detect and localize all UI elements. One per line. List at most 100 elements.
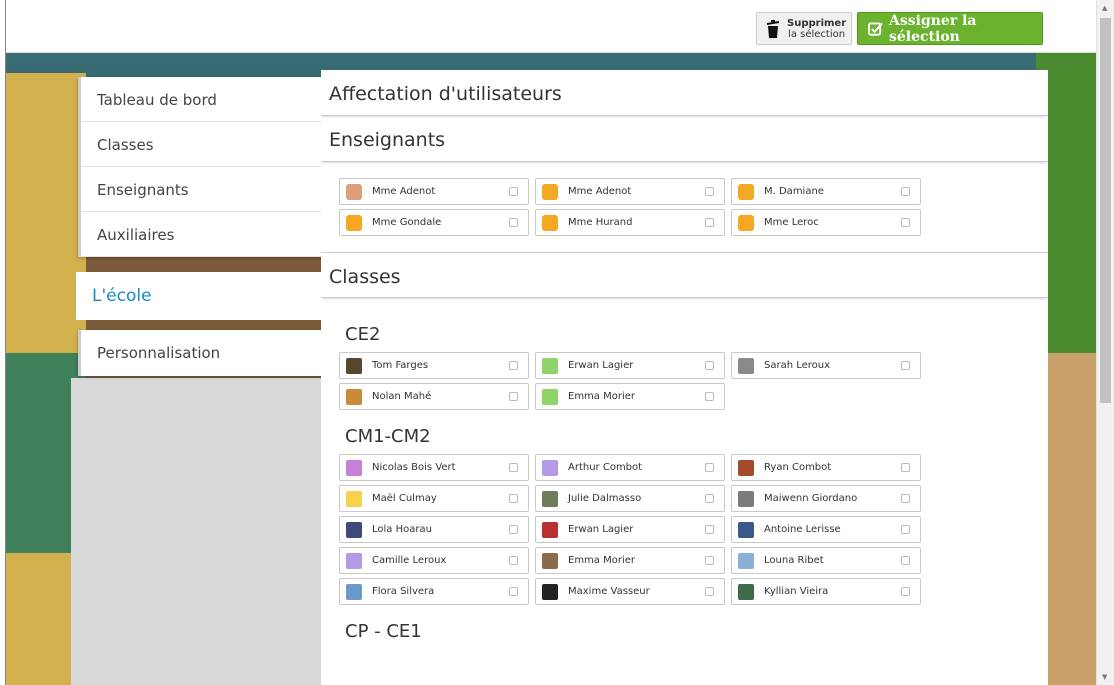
avatar-icon	[738, 552, 754, 569]
avatar-icon	[346, 357, 362, 374]
avatar-icon	[542, 521, 558, 538]
select-checkbox[interactable]	[705, 218, 714, 227]
select-checkbox[interactable]	[705, 463, 714, 472]
student-card[interactable]: Erwan Lagier	[535, 352, 725, 379]
student-card[interactable]: Sarah Leroux	[731, 352, 921, 379]
sidebar-item-auxiliaires[interactable]: Auxiliaires	[78, 212, 322, 257]
select-checkbox[interactable]	[705, 494, 714, 503]
sidebar-group: Tableau de bord Classes Enseignants Auxi…	[78, 77, 322, 257]
class-title: CP - CE1	[345, 621, 422, 642]
delete-label-line2: la sélection	[788, 28, 846, 40]
student-card[interactable]: Camille Leroux	[339, 547, 529, 574]
select-checkbox[interactable]	[901, 525, 910, 534]
select-checkbox[interactable]	[901, 361, 910, 370]
sidebar: Tableau de bord Classes Enseignants Auxi…	[78, 77, 322, 257]
avatar-icon	[346, 214, 362, 231]
scrollbar[interactable]: ▲ ▼	[1096, 0, 1114, 685]
select-checkbox[interactable]	[705, 587, 714, 596]
student-name: Antoine Lerisse	[764, 524, 841, 535]
student-name: Louna Ribet	[764, 555, 824, 566]
avatar-icon	[346, 388, 362, 405]
select-checkbox[interactable]	[509, 494, 518, 503]
select-checkbox[interactable]	[705, 187, 714, 196]
delete-label-line1: Supprimer	[787, 17, 847, 29]
teacher-card[interactable]: Mme Adenot	[535, 178, 725, 205]
avatar-icon	[738, 357, 754, 374]
select-checkbox[interactable]	[509, 525, 518, 534]
student-card[interactable]: Julie Dalmasso	[535, 485, 725, 512]
student-card[interactable]: Maël Culmay	[339, 485, 529, 512]
select-checkbox[interactable]	[509, 218, 518, 227]
student-card[interactable]: Flora Silvera	[339, 578, 529, 605]
select-checkbox[interactable]	[901, 218, 910, 227]
avatar-icon	[542, 214, 558, 231]
select-checkbox[interactable]	[901, 556, 910, 565]
student-card[interactable]: Kyllian Vieira	[731, 578, 921, 605]
classes-section-title: Classes	[321, 252, 1048, 298]
scroll-up-arrow-icon[interactable]: ▲	[1102, 4, 1107, 12]
avatar-icon	[738, 214, 754, 231]
student-card[interactable]: Tom Farges	[339, 352, 529, 379]
sidebar-item-personnalisation[interactable]: Personnalisation	[78, 330, 322, 376]
classes-list: CE2 Tom Farges Erwan Lagier Sarah Leroux Nol…	[321, 318, 1048, 659]
student-card[interactable]: Erwan Lagier	[535, 516, 725, 543]
avatar-icon	[346, 552, 362, 569]
students-grid: Nicolas Bois Vert Arthur Combot Ryan Combo…	[339, 454, 1048, 605]
select-checkbox[interactable]	[509, 463, 518, 472]
select-checkbox[interactable]	[705, 392, 714, 401]
student-name: Tom Farges	[372, 360, 429, 371]
teacher-card[interactable]: Mme Adenot	[339, 178, 529, 205]
student-card[interactable]: Louna Ribet	[731, 547, 921, 574]
student-name: Emma Morier	[568, 555, 636, 566]
sidebar-item-tableau-de-bord[interactable]: Tableau de bord	[78, 77, 322, 122]
student-card[interactable]: Nicolas Bois Vert	[339, 454, 529, 481]
teacher-card[interactable]: Mme Hurand	[535, 209, 725, 236]
select-checkbox[interactable]	[509, 587, 518, 596]
student-card[interactable]: Nolan Mahé	[339, 383, 529, 410]
teacher-card[interactable]: M. Damiane	[731, 178, 921, 205]
sidebar-backdrop	[71, 378, 321, 685]
student-card[interactable]: Antoine Lerisse	[731, 516, 921, 543]
student-card[interactable]: Arthur Combot	[535, 454, 725, 481]
sidebar-item-classes[interactable]: Classes	[78, 122, 322, 167]
student-card[interactable]: Ryan Combot	[731, 454, 921, 481]
student-card[interactable]: Maiwenn Giordano	[731, 485, 921, 512]
select-checkbox[interactable]	[705, 525, 714, 534]
avatar-icon	[542, 552, 558, 569]
select-checkbox[interactable]	[509, 392, 518, 401]
students-grid: Tom Farges Erwan Lagier Sarah Leroux Nolan …	[339, 352, 1048, 410]
avatar-icon	[542, 583, 558, 600]
assign-selection-button[interactable]: Assigner la sélection	[857, 12, 1043, 45]
select-checkbox[interactable]	[901, 463, 910, 472]
select-checkbox[interactable]	[509, 556, 518, 565]
select-checkbox[interactable]	[901, 494, 910, 503]
teacher-card[interactable]: Mme Gondale	[339, 209, 529, 236]
select-checkbox[interactable]	[705, 361, 714, 370]
avatar-icon	[542, 459, 558, 476]
teacher-card[interactable]: Mme Leroc	[731, 209, 921, 236]
select-checkbox[interactable]	[901, 587, 910, 596]
student-card[interactable]: Emma Morier	[535, 547, 725, 574]
delete-selection-button[interactable]: Supprimer la sélection	[756, 12, 852, 45]
select-checkbox[interactable]	[901, 187, 910, 196]
student-name: Maxime Vasseur	[568, 586, 650, 597]
select-checkbox[interactable]	[705, 556, 714, 565]
sidebar-item-ecole[interactable]: L'école	[76, 272, 326, 320]
avatar-icon	[738, 583, 754, 600]
student-card[interactable]: Lola Hoarau	[339, 516, 529, 543]
teacher-name: M. Damiane	[764, 186, 824, 197]
select-checkbox[interactable]	[509, 361, 518, 370]
student-card[interactable]: Emma Morier	[535, 383, 725, 410]
student-name: Ryan Combot	[764, 462, 832, 473]
student-name: Maiwenn Giordano	[764, 493, 858, 504]
avatar-icon	[542, 357, 558, 374]
student-name: Flora Silvera	[372, 586, 435, 597]
scroll-down-arrow-icon[interactable]: ▼	[1102, 673, 1107, 681]
sidebar-item-enseignants[interactable]: Enseignants	[78, 167, 322, 212]
select-checkbox[interactable]	[509, 187, 518, 196]
student-name: Arthur Combot	[568, 462, 643, 473]
page-title: Affectation d'utilisateurs	[321, 70, 1048, 116]
scrollbar-thumb[interactable]	[1100, 18, 1111, 403]
avatar-icon	[738, 521, 754, 538]
student-card[interactable]: Maxime Vasseur	[535, 578, 725, 605]
